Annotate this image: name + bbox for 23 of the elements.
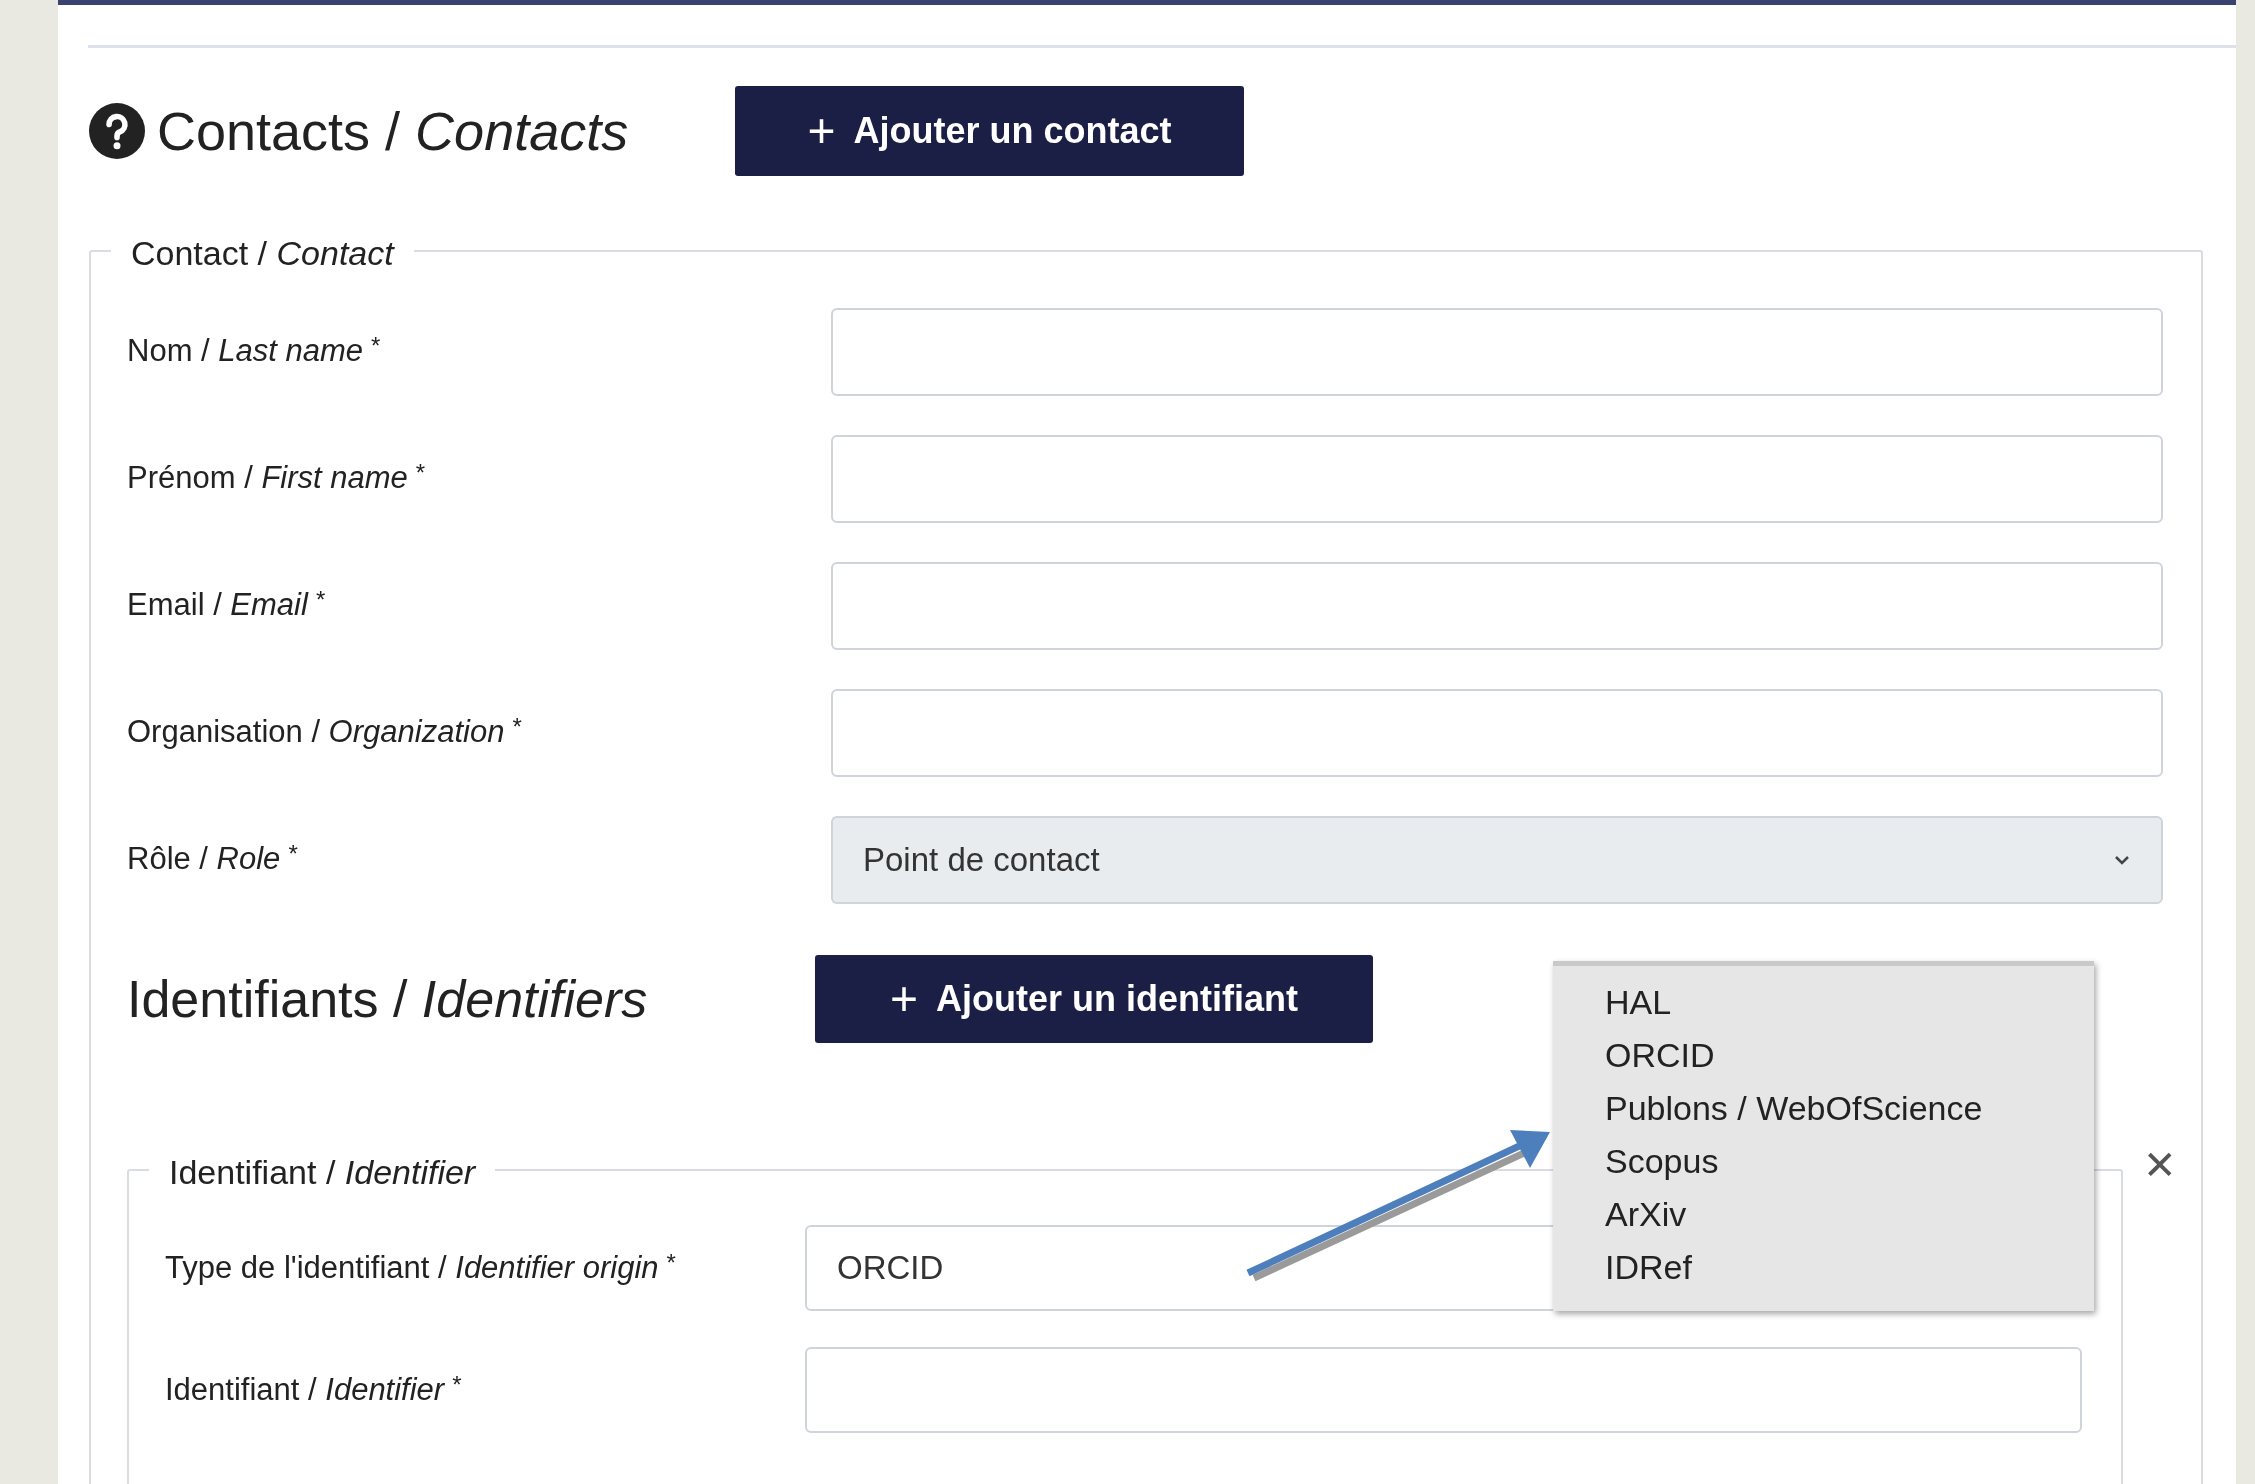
- text-field[interactable]: [831, 434, 2163, 523]
- select-field[interactable]: Point de contact: [831, 815, 2163, 904]
- text-field[interactable]: [831, 307, 2163, 396]
- identifiers-title: Identifiants / Identifiers: [127, 969, 649, 1030]
- field-label: Type de l'identifiant / Identifier origin *: [165, 1247, 677, 1287]
- chevron-down-icon: [2113, 853, 2131, 866]
- field-label: Rôle / Role *: [127, 839, 299, 879]
- field-label: Identifiant / Identifier *: [165, 1369, 463, 1409]
- text-field[interactable]: [831, 561, 2163, 650]
- field-label: Organisation / Organization *: [127, 712, 523, 752]
- add-identifier-button[interactable]: + Ajouter un identifiant: [815, 955, 1373, 1043]
- field-label: Nom / Last name *: [127, 331, 382, 371]
- dropdown-option[interactable]: Scopus: [1605, 1135, 2094, 1188]
- field-label: Email / Email *: [127, 585, 327, 625]
- section-title: Contacts / Contacts: [157, 99, 630, 163]
- text-field[interactable]: [805, 1347, 2082, 1433]
- dropdown-option[interactable]: ORCID: [1605, 1029, 2094, 1082]
- field-label: Prénom / First name *: [127, 458, 427, 498]
- text-field[interactable]: [831, 688, 2163, 777]
- add-contact-button[interactable]: + Ajouter un contact: [735, 86, 1244, 176]
- dropdown-option[interactable]: HAL: [1605, 976, 2094, 1029]
- help-icon: [89, 103, 145, 159]
- dropdown-option[interactable]: Publons / WebOfScience: [1605, 1082, 2094, 1135]
